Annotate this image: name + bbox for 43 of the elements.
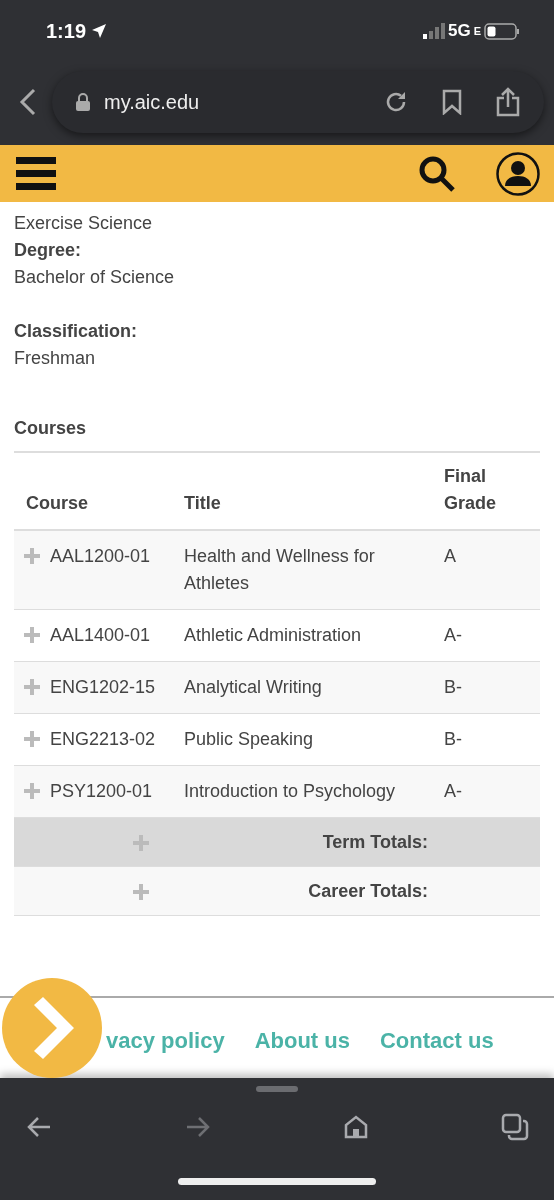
share-icon[interactable] <box>496 87 520 117</box>
classification-label: Classification: <box>14 320 139 343</box>
back-chevron-icon[interactable] <box>18 88 38 116</box>
signal-icon <box>422 23 445 39</box>
bookmark-icon[interactable] <box>442 89 462 115</box>
status-time: 1:19 <box>46 19 87 43</box>
menu-icon[interactable] <box>16 156 56 191</box>
major-text: Exercise Science <box>14 212 154 235</box>
profile-icon[interactable] <box>496 151 540 196</box>
footer-link[interactable]: vacy policy <box>106 1028 225 1054</box>
location-arrow-icon <box>92 24 107 38</box>
network-suffix: E <box>473 25 481 37</box>
footer-link[interactable]: Contact us <box>379 1028 494 1054</box>
url-text: my.aic.edu <box>104 90 201 114</box>
title-cell: Analytical Writing <box>172 662 432 714</box>
title-cell: Introduction to Psychology <box>172 766 432 818</box>
plus-icon[interactable] <box>24 627 40 643</box>
footer-link[interactable]: About us <box>254 1028 350 1054</box>
course-cell: AAL1200-01 <box>14 531 172 610</box>
course-cell: ENG1202-15 <box>14 662 172 714</box>
lock-icon <box>76 93 90 111</box>
plus-icon[interactable] <box>24 731 40 747</box>
totals-label: Career Totals: <box>308 880 428 902</box>
classification-text: Freshman <box>14 347 97 370</box>
reload-icon[interactable] <box>384 90 408 114</box>
plus-icon[interactable] <box>24 679 40 695</box>
course-cell: PSY1200-01 <box>14 766 172 818</box>
plus-icon[interactable] <box>24 783 40 799</box>
drag-handle[interactable] <box>256 1086 298 1092</box>
plus-icon[interactable] <box>133 883 149 900</box>
grade-cell: B- <box>432 662 540 714</box>
battery-icon <box>484 22 520 40</box>
address-bar[interactable]: my.aic.edu <box>52 71 544 133</box>
degree-text: Bachelor of Science <box>14 266 176 289</box>
courses-heading: Courses <box>14 408 540 453</box>
grade-cell: A <box>432 531 540 610</box>
degree-label: Degree: <box>14 239 83 262</box>
search-icon[interactable] <box>418 154 456 193</box>
title-cell: Health and Wellness for Athletes <box>172 531 432 610</box>
totals-label: Term Totals: <box>322 831 428 853</box>
network-label: 5G <box>447 21 471 41</box>
plus-icon[interactable] <box>24 548 40 564</box>
grade-cell: A- <box>432 766 540 818</box>
